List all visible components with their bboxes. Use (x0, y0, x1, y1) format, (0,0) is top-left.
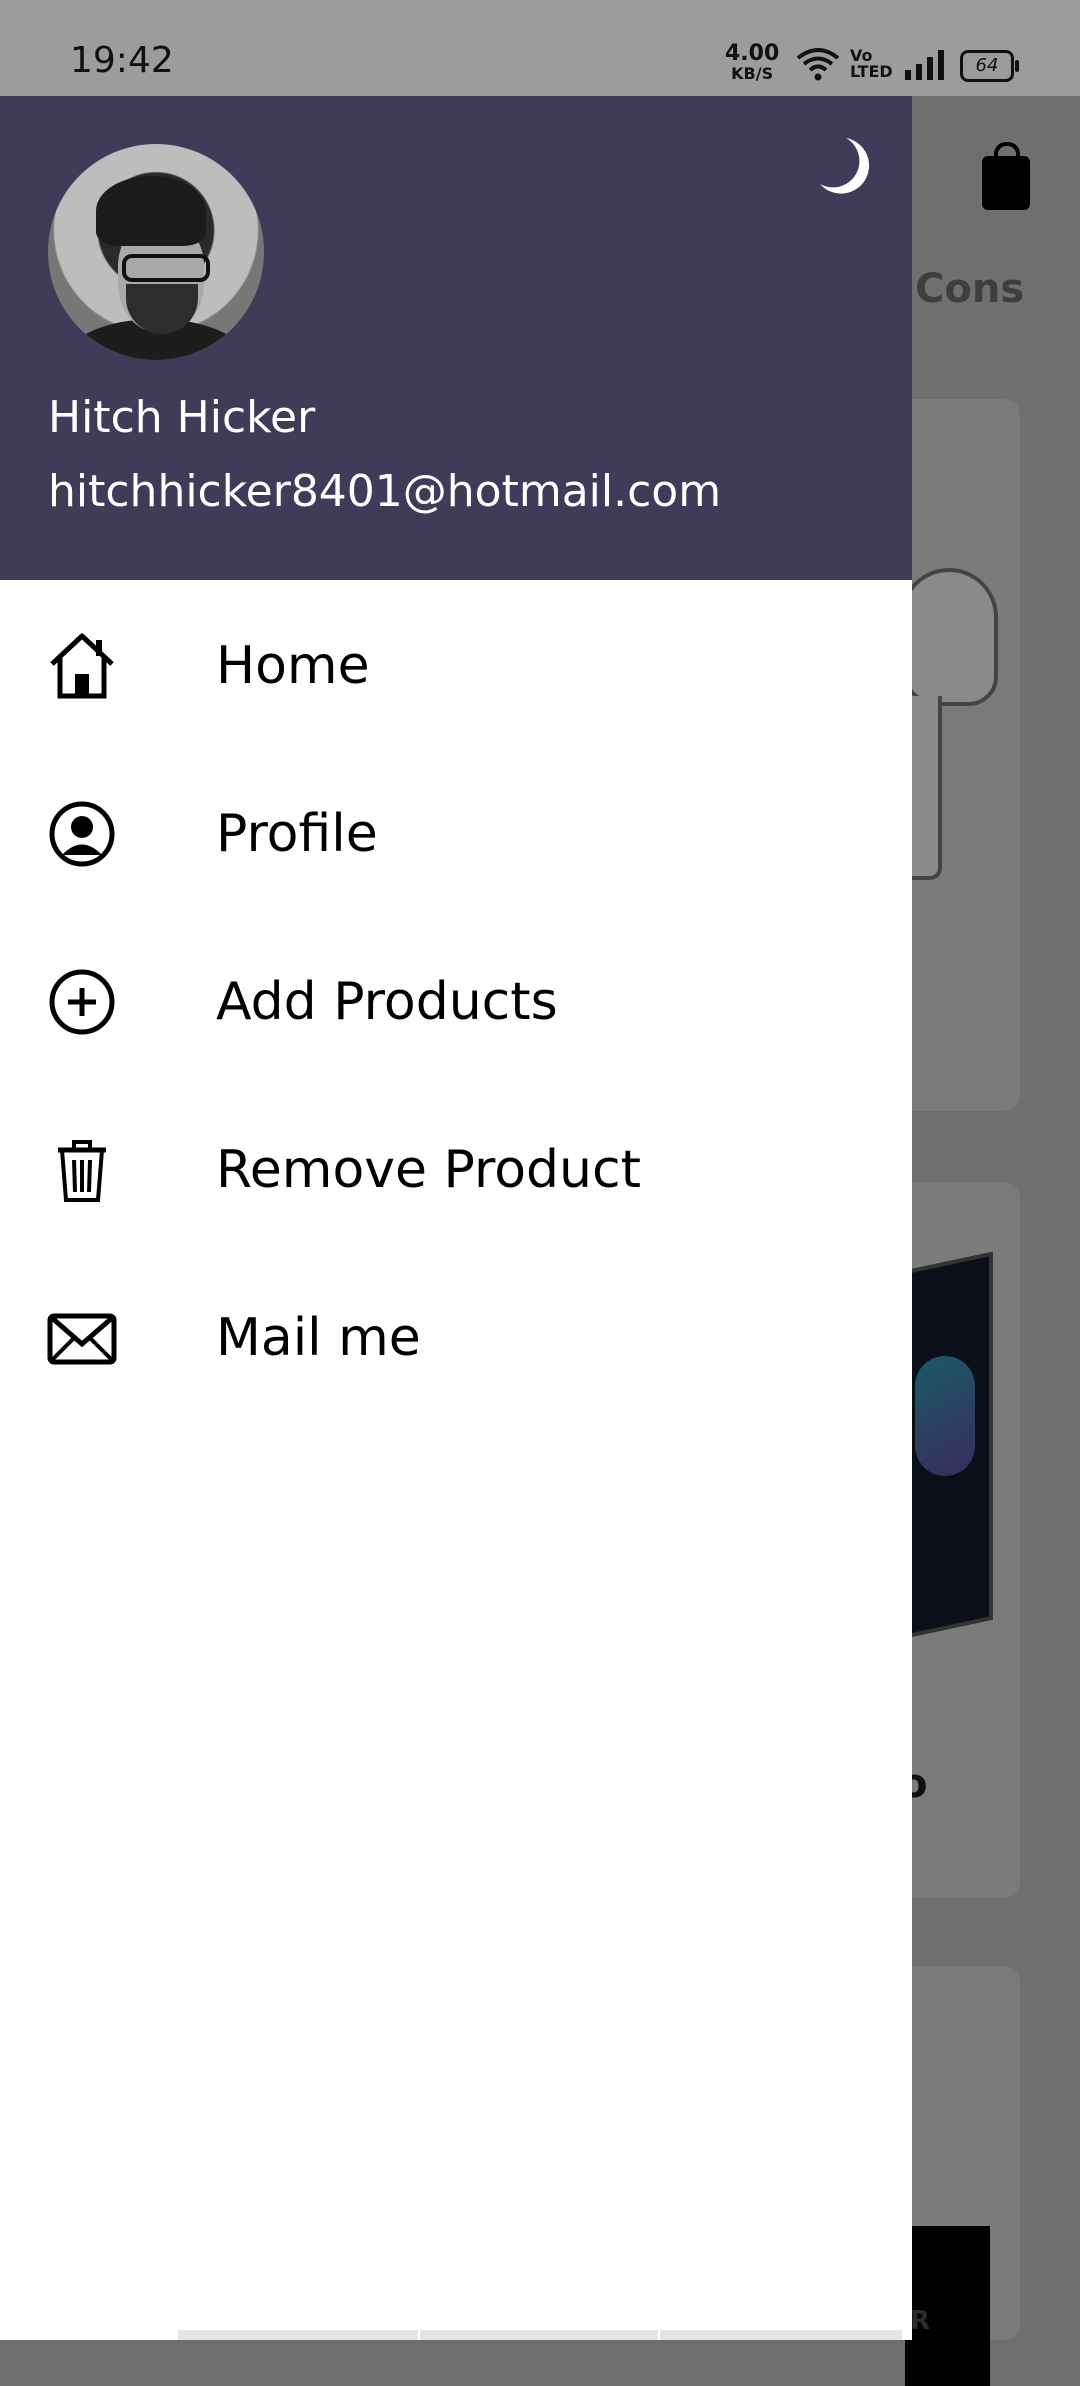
status-time: 19:42 (70, 40, 174, 81)
navigation-drawer: Hitch Hicker hitchhicker8401@hotmail.com… (0, 96, 912, 2340)
menu-item-label: Profile (216, 804, 378, 864)
home-icon (50, 633, 114, 699)
signal-icon (905, 50, 944, 80)
menu-item-label: Remove Product (216, 1140, 641, 1200)
mail-icon (47, 1313, 117, 1365)
dark-mode-moon-icon[interactable] (812, 136, 872, 196)
monitor-label-partial: R (910, 2306, 931, 2336)
status-bar: 19:42 4.00 KB/S Vo LTED 64 (0, 0, 1080, 96)
trash-icon (58, 1140, 106, 1202)
menu-item-profile[interactable]: Profile (0, 748, 912, 916)
gesture-bar-divider (658, 2330, 660, 2340)
avatar-hair (96, 176, 206, 246)
wifi-icon (796, 48, 840, 81)
category-tab-partial: Cons (915, 266, 1025, 312)
add-circle-icon (49, 969, 115, 1035)
menu-item-mail-me[interactable]: Mail me (0, 1252, 912, 1420)
gesture-bar-divider (418, 2330, 420, 2340)
user-email: hitchhicker8401@hotmail.com (48, 466, 722, 517)
laptop-screen-graphic (915, 1356, 975, 1476)
menu-item-label: Add Products (216, 972, 558, 1032)
avatar-glasses (122, 254, 210, 282)
network-speed-value: 4.00 (725, 41, 780, 66)
network-speed-unit: KB/S (731, 64, 774, 83)
menu-item-remove-product[interactable]: Remove Product (0, 1084, 912, 1252)
avatar[interactable] (48, 144, 264, 360)
volte-indicator: Vo LTED (850, 48, 893, 80)
menu-item-label: Home (216, 636, 370, 696)
menu-item-home[interactable]: Home (0, 580, 912, 748)
menu-item-label: Mail me (216, 1308, 421, 1368)
profile-icon (49, 801, 115, 867)
volte-bottom: LTED (850, 62, 893, 81)
drawer-menu: Home Profile Add Products Remove Product… (0, 580, 912, 1420)
menu-item-add-products[interactable]: Add Products (0, 916, 912, 1084)
cart-bag-icon (982, 142, 1030, 210)
gesture-bar[interactable] (178, 2330, 902, 2340)
battery-indicator: 64 (960, 50, 1019, 82)
user-name: Hitch Hicker (48, 392, 316, 443)
earbuds-image (900, 568, 998, 706)
network-speed: 4.00 KB/S (725, 41, 780, 84)
drawer-header: Hitch Hicker hitchhicker8401@hotmail.com (0, 96, 912, 580)
